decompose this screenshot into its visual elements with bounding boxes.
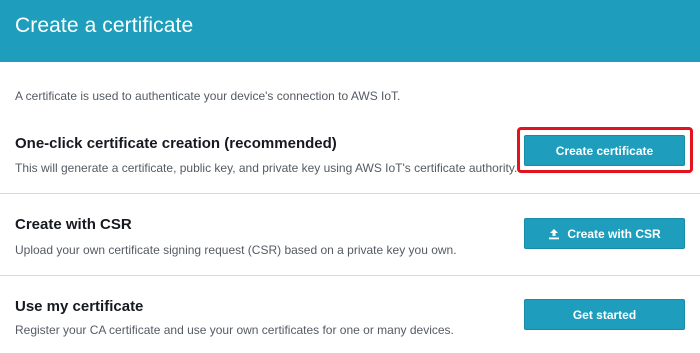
create-certificate-button[interactable]: Create certificate [524, 135, 685, 166]
intro-text: A certificate is used to authenticate yo… [15, 89, 401, 103]
section-title-use-my-certificate: Use my certificate [15, 298, 144, 315]
section-desc-one-click: This will generate a certificate, public… [15, 161, 518, 175]
section-title-csr: Create with CSR [15, 216, 132, 233]
section-divider [0, 193, 700, 194]
create-certificate-button-label: Create certificate [555, 143, 654, 158]
page-header: Create a certificate [0, 0, 700, 62]
section-desc-csr: Upload your own certificate signing requ… [15, 243, 457, 257]
section-desc-use-my-certificate: Register your CA certificate and use you… [15, 323, 454, 337]
create-with-csr-button-label: Create with CSR [567, 226, 661, 241]
section-divider [0, 275, 700, 276]
create-with-csr-button[interactable]: Create with CSR [524, 218, 685, 249]
upload-icon [549, 228, 560, 239]
get-started-button-label: Get started [572, 307, 637, 322]
section-title-one-click: One-click certificate creation (recommen… [15, 135, 337, 152]
create-certificate-page: Create a certificate A certificate is us… [0, 0, 700, 353]
page-title: Create a certificate [15, 14, 194, 37]
get-started-button[interactable]: Get started [524, 299, 685, 330]
